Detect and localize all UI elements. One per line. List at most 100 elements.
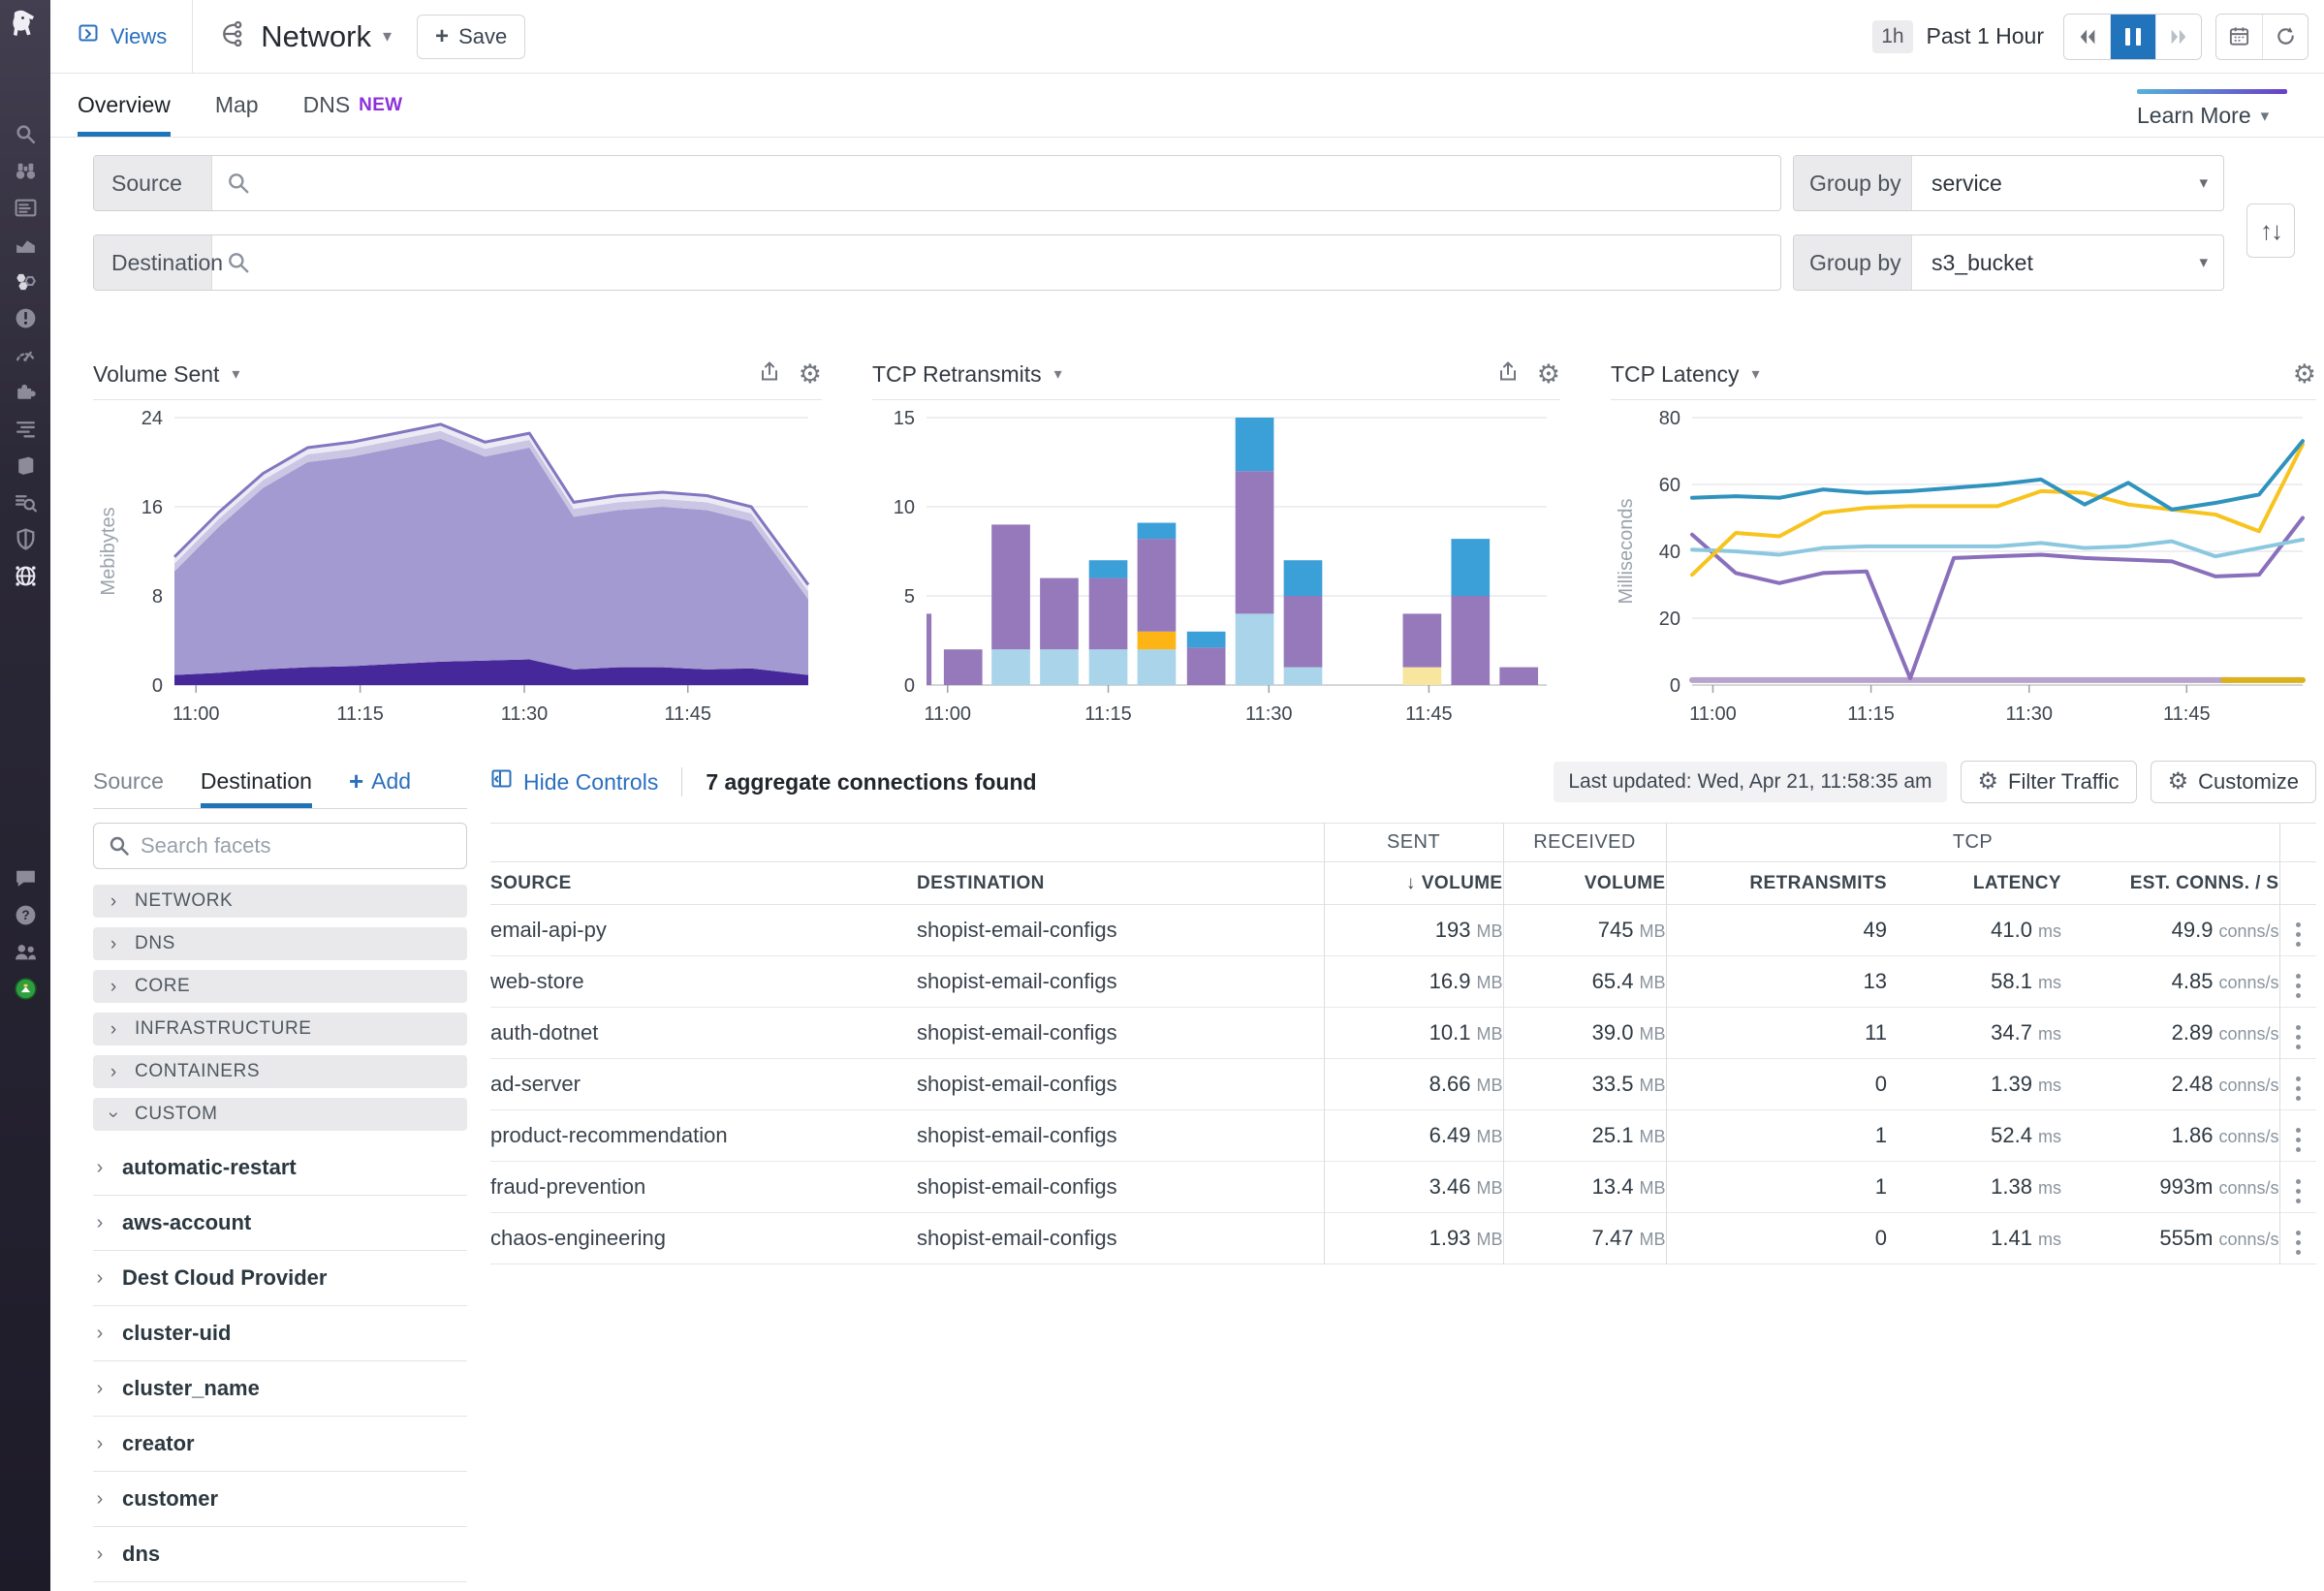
export-icon[interactable] xyxy=(758,360,781,389)
destination-cell[interactable]: shopist-email-configs xyxy=(917,905,1324,956)
dashboards-icon[interactable] xyxy=(13,195,38,220)
account-upgrade-icon[interactable] xyxy=(13,976,38,1001)
apm-icon[interactable] xyxy=(13,268,38,294)
row-menu-icon[interactable] xyxy=(2296,1076,2301,1101)
learn-more[interactable]: Learn More▾ xyxy=(2137,74,2287,137)
filter-traffic-button[interactable]: ⚙Filter Traffic xyxy=(1961,761,2137,803)
chart-title[interactable]: TCP Latency xyxy=(1611,361,1740,388)
destination-cell[interactable]: shopist-email-configs xyxy=(917,1213,1324,1264)
table-row[interactable]: email-api-pyshopist-email-configs193MB74… xyxy=(490,905,2316,956)
row-menu-icon[interactable] xyxy=(2296,1128,2301,1152)
facet-group-infrastructure[interactable]: ›INFRASTRUCTURE xyxy=(93,1013,467,1045)
swap-source-destination-button[interactable]: ↑↓ xyxy=(2246,203,2295,258)
chat-icon[interactable] xyxy=(13,865,38,890)
destination-cell[interactable]: shopist-email-configs xyxy=(917,1059,1324,1110)
facet-item[interactable]: ›cluster_name xyxy=(93,1361,467,1417)
facet-group-network[interactable]: ›NETWORK xyxy=(93,885,467,918)
facet-group-dns[interactable]: ›DNS xyxy=(93,927,467,960)
refresh-icon[interactable] xyxy=(2262,15,2308,59)
time-range-label[interactable]: Past 1 Hour xyxy=(1927,23,2044,49)
table-row[interactable]: ad-servershopist-email-configs8.66MB33.5… xyxy=(490,1059,2316,1110)
facet-group-containers[interactable]: ›CONTAINERS xyxy=(93,1055,467,1088)
source-cell[interactable]: product-recommendation xyxy=(490,1110,917,1162)
rewind-button[interactable] xyxy=(2064,15,2110,59)
search-icon[interactable] xyxy=(13,121,38,146)
save-button[interactable]: + Save xyxy=(417,15,525,59)
facet-group-core[interactable]: ›CORE xyxy=(93,970,467,1003)
chevron-down-icon[interactable]: ▾ xyxy=(1054,364,1062,384)
tcp-latency-chart[interactable]: 02040608011:0011:1511:3011:45Millisecond… xyxy=(1611,400,2316,730)
users-icon[interactable] xyxy=(13,939,38,964)
table-row[interactable]: fraud-preventionshopist-email-configs3.4… xyxy=(490,1162,2316,1213)
metrics-icon[interactable] xyxy=(13,232,38,257)
chart-title[interactable]: TCP Retransmits xyxy=(872,361,1042,388)
monitors-icon[interactable] xyxy=(13,305,38,330)
log-pipelines-icon[interactable] xyxy=(13,416,38,441)
row-menu-icon[interactable] xyxy=(2296,974,2301,998)
synthetics-icon[interactable] xyxy=(13,342,38,367)
destination-column-header[interactable]: DESTINATION xyxy=(917,862,1324,905)
facet-search[interactable] xyxy=(93,823,467,869)
row-menu-icon[interactable] xyxy=(2296,922,2301,947)
destination-search-input[interactable] xyxy=(259,235,1780,290)
source-search[interactable]: Source xyxy=(93,155,1781,211)
destination-cell[interactable]: shopist-email-configs xyxy=(917,1008,1324,1059)
destination-cell[interactable]: shopist-email-configs xyxy=(917,1162,1324,1213)
source-cell[interactable]: auth-dotnet xyxy=(490,1008,917,1059)
row-menu-icon[interactable] xyxy=(2296,1231,2301,1255)
source-cell[interactable]: web-store xyxy=(490,956,917,1008)
row-menu-icon[interactable] xyxy=(2296,1025,2301,1049)
add-facet-tab-button[interactable]: +Add xyxy=(349,755,411,808)
source-column-header[interactable]: SOURCE xyxy=(490,862,917,905)
hide-controls-button[interactable]: Hide Controls xyxy=(490,767,658,796)
fast-forward-button[interactable] xyxy=(2155,15,2201,59)
source-cell[interactable]: email-api-py xyxy=(490,905,917,956)
facet-item[interactable]: ›creator xyxy=(93,1417,467,1472)
est-conns-column-header[interactable]: EST. CONNS. / S xyxy=(2061,862,2279,905)
table-row[interactable]: product-recommendationshopist-email-conf… xyxy=(490,1110,2316,1162)
customize-button[interactable]: ⚙Customize xyxy=(2151,761,2316,803)
volume-sent-chart[interactable]: 08162411:0011:1511:3011:45Mebibytes xyxy=(93,400,822,730)
pause-button[interactable] xyxy=(2110,15,2155,59)
help-icon[interactable]: ? xyxy=(13,902,38,927)
facet-tab-source[interactable]: Source xyxy=(93,755,164,808)
integrations-icon[interactable] xyxy=(13,379,38,404)
source-cell[interactable]: ad-server xyxy=(490,1059,917,1110)
destination-group-by[interactable]: Group by s3_bucket ▾ xyxy=(1793,234,2224,291)
security-icon[interactable] xyxy=(13,526,38,551)
facet-group-custom[interactable]: ›CUSTOM xyxy=(93,1098,467,1131)
tab-overview[interactable]: Overview xyxy=(78,74,171,137)
network-icon[interactable] xyxy=(13,563,38,588)
facet-item[interactable]: ›dns xyxy=(93,1527,467,1582)
gear-icon[interactable]: ⚙ xyxy=(1537,361,1560,388)
source-group-by[interactable]: Group by service ▾ xyxy=(1793,155,2224,211)
export-icon[interactable] xyxy=(1496,360,1520,389)
tcp-retransmits-chart[interactable]: 05101511:0011:1511:3011:45 xyxy=(872,400,1560,730)
source-cell[interactable]: fraud-prevention xyxy=(490,1162,917,1213)
destination-cell[interactable]: shopist-email-configs xyxy=(917,956,1324,1008)
calendar-icon[interactable] xyxy=(2216,15,2262,59)
views-button[interactable]: Views xyxy=(78,22,167,51)
notebooks-icon[interactable] xyxy=(13,452,38,478)
row-menu-icon[interactable] xyxy=(2296,1179,2301,1203)
gear-icon[interactable]: ⚙ xyxy=(799,361,822,388)
facet-item[interactable]: ›Dest Cloud Provider xyxy=(93,1251,467,1306)
facet-item[interactable]: ›customer xyxy=(93,1472,467,1527)
chart-title[interactable]: Volume Sent xyxy=(93,361,219,388)
chevron-down-icon[interactable]: ▾ xyxy=(383,26,392,47)
tab-dns[interactable]: DNSNEW xyxy=(303,74,403,137)
tab-map[interactable]: Map xyxy=(215,74,259,137)
destination-search[interactable]: Destination xyxy=(93,234,1781,291)
source-cell[interactable]: chaos-engineering xyxy=(490,1213,917,1264)
datadog-logo[interactable] xyxy=(8,8,43,47)
chevron-down-icon[interactable]: ▾ xyxy=(1752,364,1760,384)
table-row[interactable]: web-storeshopist-email-configs16.9MB65.4… xyxy=(490,956,2316,1008)
latency-column-header[interactable]: LATENCY xyxy=(1887,862,2061,905)
facet-item[interactable]: ›aws-account xyxy=(93,1196,467,1251)
log-explorer-icon[interactable] xyxy=(13,489,38,515)
watchdog-icon[interactable] xyxy=(13,158,38,183)
table-row[interactable]: chaos-engineeringshopist-email-configs1.… xyxy=(490,1213,2316,1264)
gear-icon[interactable]: ⚙ xyxy=(2293,361,2316,388)
facet-item[interactable]: ›cluster-uid xyxy=(93,1306,467,1361)
facet-item[interactable]: ›eks_nodegroup-name xyxy=(93,1582,467,1591)
